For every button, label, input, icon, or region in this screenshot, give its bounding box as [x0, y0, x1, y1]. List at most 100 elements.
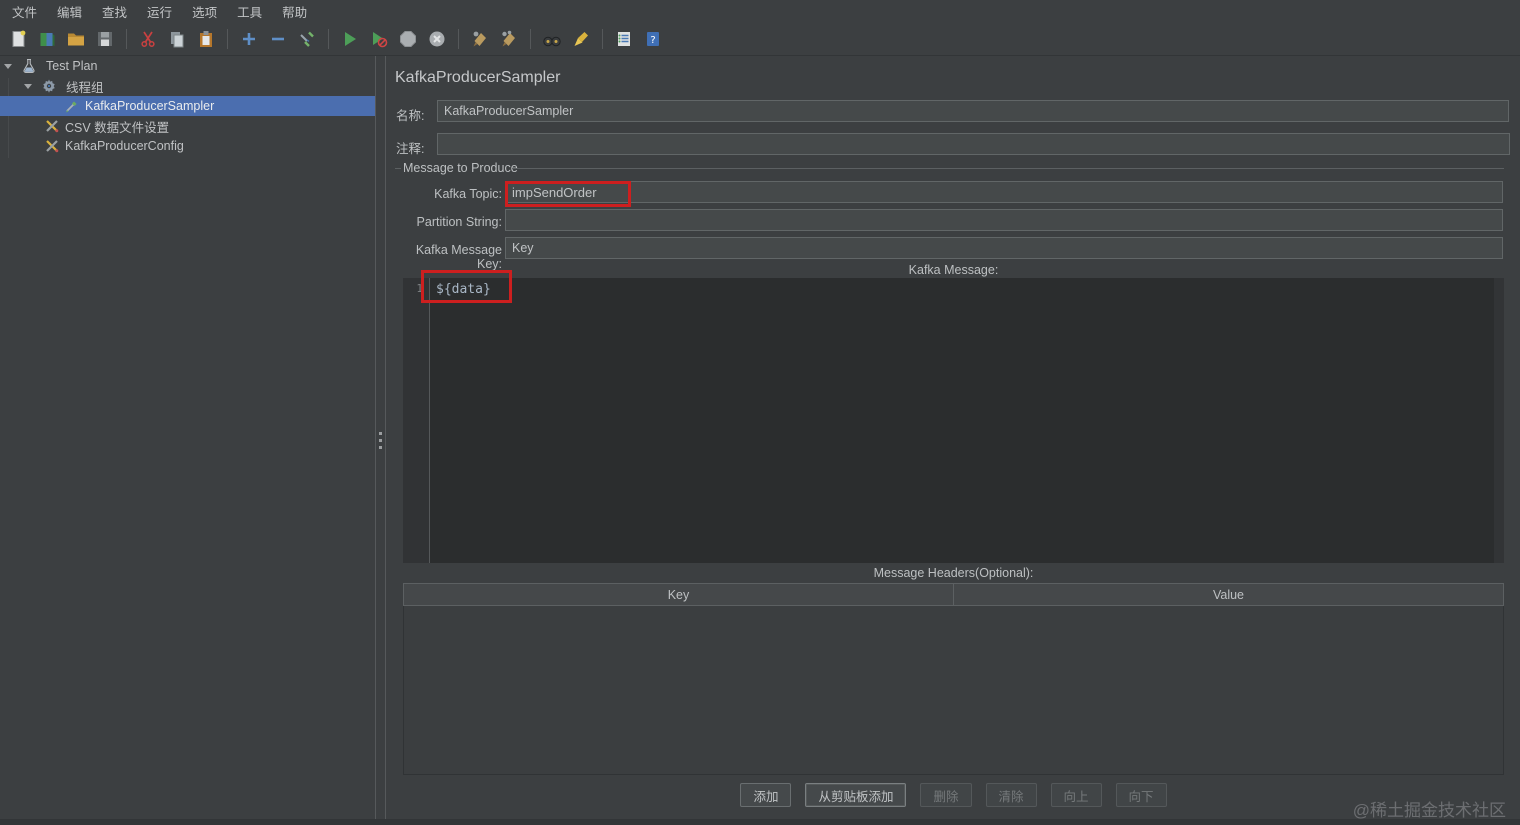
- menu-help[interactable]: 帮助: [278, 1, 311, 22]
- save-icon: [98, 32, 112, 46]
- tree-item-label: KafkaProducerConfig: [65, 139, 184, 153]
- stop-icon: [400, 31, 416, 47]
- tree-item-kafka-producer-config[interactable]: KafkaProducerConfig: [0, 136, 375, 156]
- menu-search[interactable]: 查找: [98, 1, 131, 22]
- paste-button[interactable]: [195, 28, 217, 50]
- menu-options[interactable]: 选项: [188, 1, 221, 22]
- add-from-clipboard-button[interactable]: 从剪贴板添加: [805, 783, 907, 807]
- open-file-button[interactable]: [65, 28, 87, 50]
- sampler-icon: [64, 98, 80, 114]
- start-button[interactable]: [339, 28, 361, 50]
- chevron-down-icon[interactable]: [24, 83, 32, 89]
- help-button[interactable]: ?: [642, 28, 664, 50]
- kafka-topic-input[interactable]: [505, 181, 1503, 203]
- paste-icon: [200, 31, 212, 47]
- tree-item-label: KafkaProducerSampler: [85, 99, 215, 113]
- stop-button[interactable]: [397, 28, 419, 50]
- menu-run[interactable]: 运行: [143, 1, 176, 22]
- toolbar-separator: [530, 29, 531, 49]
- config-icon: [44, 138, 60, 154]
- clear-button[interactable]: 清除: [985, 783, 1037, 807]
- sampler-editor-panel: KafkaProducerSampler 名称: 注释: Message to …: [386, 56, 1520, 819]
- open-folder-icon: [68, 33, 84, 46]
- delete-button[interactable]: 删除: [920, 783, 972, 807]
- clear-all-icon: [502, 30, 515, 47]
- copy-icon: [171, 32, 184, 48]
- open-template-button[interactable]: [36, 28, 58, 50]
- group-border-line: [512, 168, 1504, 169]
- tree-item-kafka-producer-sampler[interactable]: KafkaProducerSampler: [0, 96, 375, 116]
- tree-item-csv-data-set[interactable]: CSV 数据文件设置: [0, 116, 375, 136]
- new-file-button[interactable]: [7, 28, 29, 50]
- editor-scrollbar[interactable]: [1494, 278, 1504, 563]
- config-icon: [44, 118, 60, 134]
- toolbar-separator: [458, 29, 459, 49]
- function-helper-button[interactable]: [613, 28, 635, 50]
- kafka-topic-label: Kafka Topic:: [434, 187, 502, 201]
- clear-search-icon: [574, 32, 588, 46]
- tree-item-label: 线程组: [66, 80, 104, 95]
- tree-item-test-plan[interactable]: Test Plan: [0, 56, 375, 76]
- svg-text:?: ?: [650, 35, 655, 46]
- table-body-empty[interactable]: [403, 606, 1504, 775]
- page-title: KafkaProducerSampler: [395, 69, 561, 86]
- editor-gutter: 1: [403, 278, 430, 563]
- search-button[interactable]: [541, 28, 563, 50]
- test-plan-icon: [21, 58, 37, 74]
- add-button[interactable]: 添加: [740, 783, 792, 807]
- table-header-value[interactable]: Value: [954, 583, 1504, 606]
- toolbar-separator: [227, 29, 228, 49]
- chevron-down-icon[interactable]: [4, 63, 12, 69]
- copy-button[interactable]: [166, 28, 188, 50]
- partition-string-input[interactable]: [505, 209, 1503, 231]
- move-down-button[interactable]: 向下: [1115, 783, 1167, 807]
- kafka-message-label: Kafka Message:: [908, 263, 999, 277]
- help-icon: ?: [647, 32, 659, 46]
- comment-input[interactable]: [437, 133, 1510, 155]
- menu-tools[interactable]: 工具: [233, 1, 266, 22]
- panel-splitter[interactable]: [375, 56, 386, 825]
- function-helper-icon: [618, 32, 630, 46]
- message-headers-label: Message Headers(Optional):: [873, 566, 1034, 580]
- partition-string-label: Partition String:: [416, 215, 502, 229]
- menu-file[interactable]: 文件: [8, 1, 41, 22]
- kafka-message-key-input[interactable]: [505, 237, 1503, 259]
- table-header-key[interactable]: Key: [403, 583, 954, 606]
- table-header-row: Key Value: [403, 583, 1504, 606]
- clear-button[interactable]: [469, 28, 491, 50]
- name-label: 名称:: [396, 109, 425, 123]
- line-number: 1: [416, 282, 423, 295]
- tree-item-thread-group[interactable]: 线程组: [0, 76, 375, 96]
- expand-button[interactable]: [238, 28, 260, 50]
- toolbar-separator: [328, 29, 329, 49]
- clear-search-button[interactable]: [570, 28, 592, 50]
- cut-icon: [141, 31, 155, 47]
- kafka-message-editor[interactable]: 1 ${data}: [403, 278, 1504, 563]
- move-up-button[interactable]: 向上: [1050, 783, 1102, 807]
- shutdown-button[interactable]: [426, 28, 448, 50]
- toolbar-separator: [126, 29, 127, 49]
- splitter-grip-icon: [379, 432, 382, 449]
- tree-item-label: Test Plan: [46, 59, 98, 73]
- save-button[interactable]: [94, 28, 116, 50]
- toolbar-separator: [602, 29, 603, 49]
- shutdown-icon: [429, 31, 445, 47]
- toolbar: ?: [0, 23, 1520, 56]
- tree-item-label: CSV 数据文件设置: [65, 120, 170, 135]
- new-file-icon: [12, 30, 26, 47]
- comment-label: 注释:: [396, 142, 425, 156]
- start-no-timers-button[interactable]: [368, 28, 390, 50]
- start-icon: [345, 32, 356, 46]
- collapse-button[interactable]: [267, 28, 289, 50]
- minus-icon: [272, 37, 284, 41]
- code-line: ${data}: [436, 282, 491, 297]
- window-bottom-edge: [0, 819, 1520, 825]
- name-input[interactable]: [437, 100, 1509, 122]
- toggle-button[interactable]: [296, 28, 318, 50]
- message-headers-table: Key Value: [403, 583, 1504, 775]
- cut-button[interactable]: [137, 28, 159, 50]
- clear-all-button[interactable]: [498, 28, 520, 50]
- menu-edit[interactable]: 编辑: [53, 1, 86, 22]
- editor-code-area[interactable]: ${data}: [430, 278, 1504, 563]
- binoculars-icon: [543, 36, 561, 47]
